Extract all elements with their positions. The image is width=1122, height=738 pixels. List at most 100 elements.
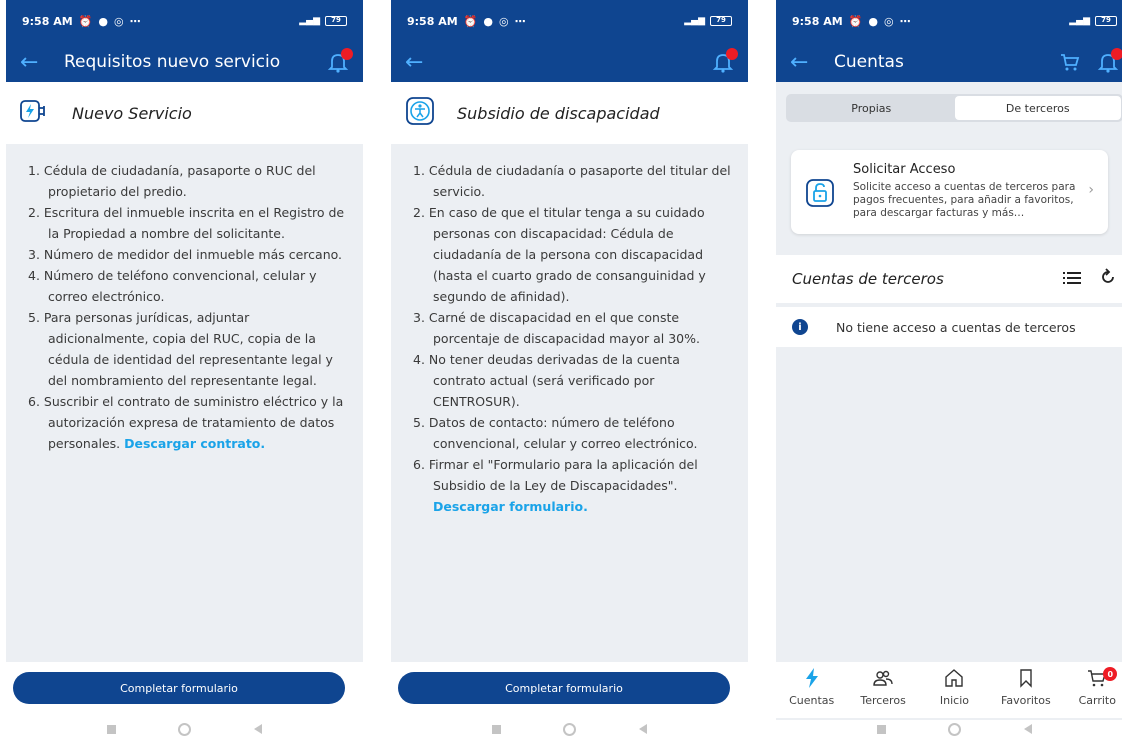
status-bar: 9:58 AM ⏰ ● ◎ ⋯ ▂▄▆ 79: [391, 0, 748, 42]
more-notifications-icon: ⋯: [514, 14, 526, 28]
tab-carrito[interactable]: 0 Carrito: [1067, 667, 1122, 718]
refresh-icon[interactable]: [1099, 268, 1117, 290]
section-heading: Subsidio de discapacidad: [457, 103, 660, 123]
download-form-link[interactable]: Descargar formulario.: [433, 499, 588, 514]
phone-screen-subsidio: 9:58 AM ⏰ ● ◎ ⋯ ▂▄▆ 79 ← Subsidio de dis…: [391, 0, 748, 738]
battery-icon: 79: [710, 16, 732, 26]
recent-apps-icon[interactable]: [107, 724, 117, 734]
tab-label: Cuentas: [789, 694, 835, 707]
tab-label: Carrito: [1078, 694, 1116, 707]
status-time: 9:58 AM: [407, 14, 458, 28]
requirement-item: 5. Para personas jurídicas, adjuntar adi…: [28, 310, 333, 388]
alarm-icon: ⏰: [848, 14, 863, 28]
accessibility-icon: [405, 96, 435, 130]
requirement-item: 1. Cédula de ciudadanía o pasaporte del …: [413, 163, 731, 199]
requirement-item: 5. Datos de contacto: número de teléfono…: [413, 415, 698, 451]
tab-inicio[interactable]: Inicio: [924, 668, 984, 718]
status-bar: 9:58 AM ⏰ ● ◎ ⋯ ▂▄▆ 79: [6, 0, 363, 42]
requirement-item: 3. Carné de discapacidad en el que const…: [413, 310, 700, 346]
requirement-item: 2. En caso de que el titular tenga a su …: [413, 205, 706, 304]
electric-plug-icon: [20, 98, 50, 128]
whatsapp-icon: ◎: [498, 14, 509, 28]
back-triangle-icon[interactable]: [253, 724, 262, 734]
battery-icon: 79: [1095, 16, 1117, 26]
tab-label: Favoritos: [1001, 694, 1051, 707]
section-header: Nuevo Servicio: [6, 82, 363, 144]
cart-icon[interactable]: [1059, 51, 1081, 73]
whatsapp-icon: ◎: [113, 14, 124, 28]
status-bar: 9:58 AM ⏰ ● ◎ ⋯ ▂▄▆ 79: [776, 0, 1122, 42]
back-arrow-icon[interactable]: ←: [790, 50, 814, 75]
tab-propias[interactable]: Propias: [788, 96, 955, 120]
home-icon: [944, 668, 964, 691]
requirement-item: 6. Firmar el "Formulario para la aplicac…: [413, 454, 734, 517]
page-title: Requisitos nuevo servicio: [64, 52, 281, 72]
notification-dot: [341, 48, 353, 60]
signal-icon: ▂▄▆: [299, 16, 320, 26]
notification-dot: [726, 48, 738, 60]
people-icon: [873, 668, 893, 691]
notifications-bell-icon[interactable]: [712, 48, 738, 73]
info-icon: i: [792, 319, 808, 335]
more-notifications-icon: ⋯: [899, 14, 911, 28]
section-heading: Nuevo Servicio: [72, 103, 192, 123]
requirement-item: 1. Cédula de ciudadanía, pasaporte o RUC…: [28, 163, 316, 199]
tab-favoritos[interactable]: Favoritos: [996, 668, 1056, 718]
app-bar: ←: [391, 42, 748, 82]
whatsapp-icon: ◎: [883, 14, 894, 28]
section-header: Subsidio de discapacidad: [391, 82, 748, 144]
tab-de-terceros[interactable]: De terceros: [954, 96, 1121, 120]
list-icon[interactable]: [1063, 270, 1081, 289]
app-bar: ← Cuentas: [776, 42, 1122, 82]
tab-cuentas[interactable]: Cuentas: [782, 668, 842, 718]
back-triangle-icon[interactable]: [1023, 724, 1032, 734]
alarm-icon: ⏰: [78, 14, 93, 28]
requirement-item: 3. Número de medidor del inmueble más ce…: [28, 247, 343, 262]
requirement-item: 2. Escritura del inmueble inscrita en el…: [28, 205, 345, 241]
request-access-description: Solicite acceso a cuentas de terceros pa…: [853, 181, 1076, 219]
system-nav-bar: [391, 720, 748, 738]
back-triangle-icon[interactable]: [638, 724, 647, 734]
tab-terceros[interactable]: Terceros: [853, 668, 913, 718]
download-contract-link[interactable]: Descargar contrato.: [124, 436, 265, 451]
back-arrow-icon[interactable]: ←: [20, 50, 44, 75]
request-access-card[interactable]: Solicitar Acceso Solicite acceso a cuent…: [791, 150, 1108, 234]
app-bar: ← Requisitos nuevo servicio: [6, 42, 363, 82]
section-heading: Cuentas de terceros: [792, 270, 944, 288]
phone-screen-cuentas: 9:58 AM ⏰ ● ◎ ⋯ ▂▄▆ 79 ← Cuentas Propias…: [776, 0, 1122, 738]
messenger-icon: ●: [98, 14, 108, 28]
third-party-accounts-header: Cuentas de terceros: [776, 255, 1122, 303]
signal-icon: ▂▄▆: [684, 16, 705, 26]
empty-state-message: No tiene acceso a cuentas de terceros: [836, 319, 1076, 335]
recent-apps-icon[interactable]: [877, 724, 887, 734]
empty-state-row: i No tiene acceso a cuentas de terceros: [776, 307, 1122, 347]
chevron-right-icon: ›: [1088, 182, 1094, 198]
request-access-title: Solicitar Acceso: [853, 162, 956, 177]
home-icon[interactable]: [178, 722, 192, 736]
unlock-icon: [805, 178, 835, 212]
alarm-icon: ⏰: [463, 14, 478, 28]
more-notifications-icon: ⋯: [129, 14, 141, 28]
battery-icon: 79: [325, 16, 347, 26]
status-time: 9:58 AM: [22, 14, 73, 28]
system-nav-bar: [776, 720, 1122, 738]
accounts-segmented-control: Propias De terceros: [786, 94, 1122, 122]
complete-form-button[interactable]: Completar formulario: [398, 672, 730, 704]
home-icon[interactable]: [948, 722, 962, 736]
requirements-list: 1. Cédula de ciudadanía, pasaporte o RUC…: [6, 144, 363, 454]
requirement-text: 6. Firmar el "Formulario para la aplicac…: [413, 457, 698, 493]
back-arrow-icon[interactable]: ←: [405, 50, 429, 75]
cart-count-badge: 0: [1103, 667, 1118, 681]
bookmark-icon: [1016, 668, 1036, 691]
complete-form-button[interactable]: Completar formulario: [13, 672, 345, 704]
notifications-bell-icon[interactable]: [1097, 48, 1122, 73]
messenger-icon: ●: [868, 14, 878, 28]
recent-apps-icon[interactable]: [492, 724, 502, 734]
requirement-item: 4. No tener deudas derivadas de la cuent…: [413, 352, 680, 409]
page-title: Cuentas: [834, 52, 904, 72]
phone-screen-nuevo-servicio: 9:58 AM ⏰ ● ◎ ⋯ ▂▄▆ 79 ← Requisitos nuev…: [6, 0, 363, 738]
requirement-item: 6. Suscribir el contrato de suministro e…: [28, 391, 349, 454]
notifications-bell-icon[interactable]: [327, 48, 353, 73]
system-nav-bar: [6, 720, 363, 738]
home-icon[interactable]: [563, 722, 577, 736]
